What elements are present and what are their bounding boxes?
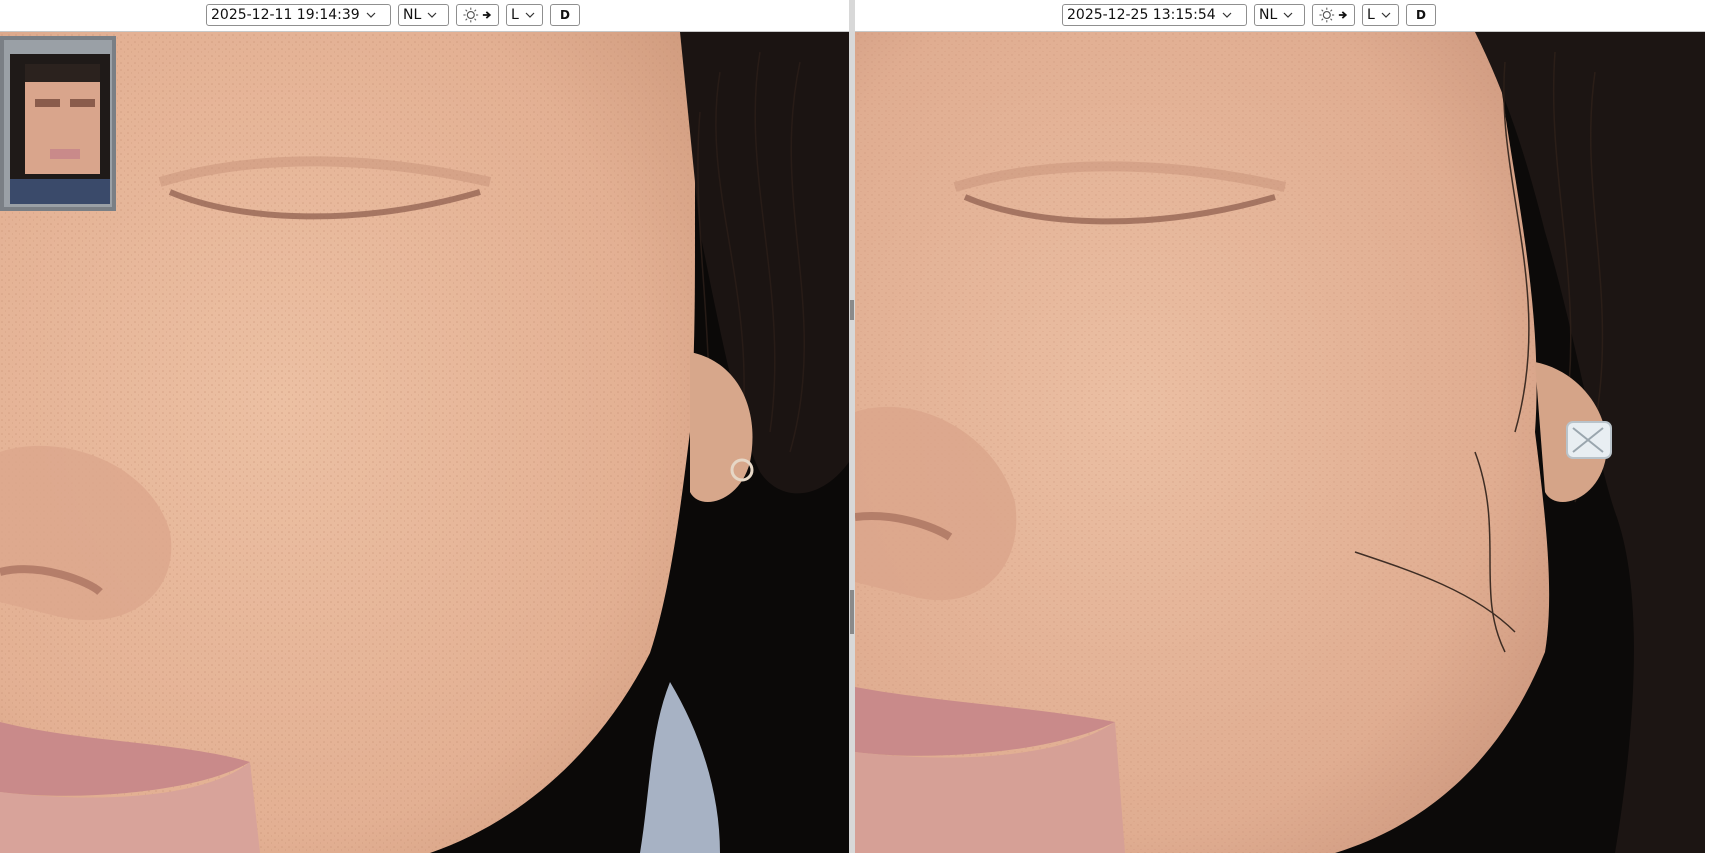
right-date-select[interactable]: 2025-12-25 13:15:54 [1062,4,1247,26]
right-skin-photo[interactable] [855,32,1705,853]
left-skin-photo[interactable] [0,32,849,853]
left-side-select[interactable]: L [506,4,543,26]
left-comparison-panel: 2025-12-11 19:14:39 NL L D [0,0,849,853]
left-date-value: 2025-12-11 19:14:39 [211,7,360,23]
sun-icon [1319,7,1335,23]
chevron-down-icon [1283,12,1293,18]
face-thumbnail[interactable] [0,36,116,211]
right-light-button[interactable] [1312,4,1355,26]
right-d-label: D [1416,8,1426,22]
sun-icon [463,7,479,23]
right-comparison-panel: 2025-12-25 13:15:54 NL L D [855,0,1705,853]
chevron-down-icon [427,12,437,18]
left-d-button[interactable]: D [550,4,580,26]
left-side-value: L [511,7,519,23]
left-light-button[interactable] [456,4,499,26]
left-mode-value: NL [403,7,422,23]
face-thumbnail-image [10,54,110,204]
left-mode-select[interactable]: NL [398,4,449,26]
right-d-button[interactable]: D [1406,4,1436,26]
arrow-right-icon [1338,11,1347,19]
right-date-value: 2025-12-25 13:15:54 [1067,7,1216,23]
chevron-down-icon [1222,12,1232,18]
right-window-edge [1705,0,1712,853]
right-mode-select[interactable]: NL [1254,4,1305,26]
right-side-select[interactable]: L [1362,4,1399,26]
left-toolbar: 2025-12-11 19:14:39 NL L D [0,0,849,32]
arrow-right-icon [482,11,491,19]
right-side-value: L [1367,7,1375,23]
chevron-down-icon [1381,12,1391,18]
left-date-select[interactable]: 2025-12-11 19:14:39 [206,4,391,26]
left-d-label: D [560,8,570,22]
right-toolbar: 2025-12-25 13:15:54 NL L D [855,0,1705,32]
right-mode-value: NL [1259,7,1278,23]
chevron-down-icon [366,12,376,18]
chevron-down-icon [525,12,535,18]
